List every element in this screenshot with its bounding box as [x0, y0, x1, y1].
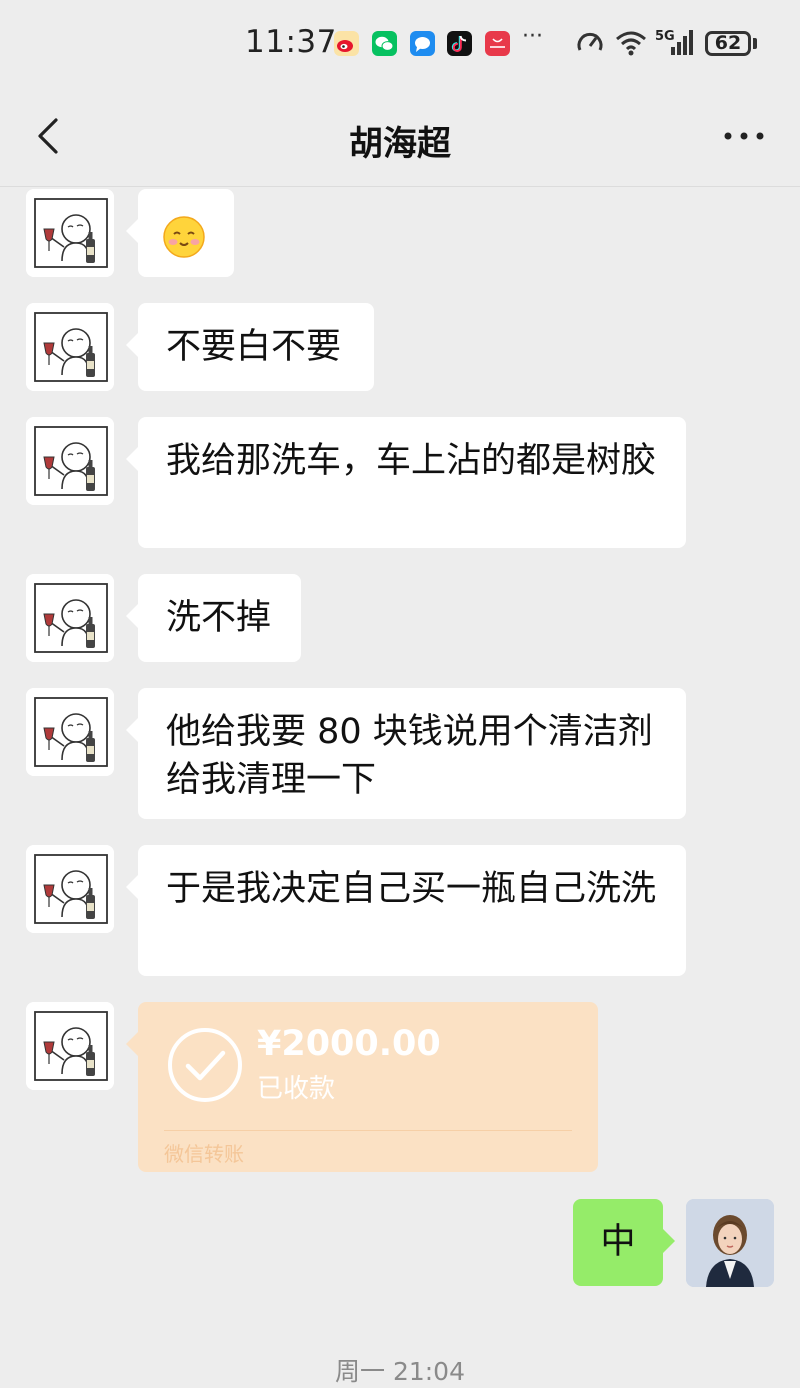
transfer-label: 微信转账 [164, 1142, 244, 1166]
message-timestamp: 周一 21:04 [335, 1357, 465, 1386]
message-bubble[interactable]: 于是我决定自己买一瓶自己洗洗 [126, 845, 686, 976]
status-time: 11:37 [245, 24, 337, 60]
battery-tip [753, 38, 757, 49]
transfer-status: 已收款 [257, 1074, 336, 1104]
contact-avatar[interactable] [26, 845, 114, 933]
transfer-amount: ¥2000.00 [257, 1024, 441, 1064]
battery-level: 62 [705, 31, 751, 56]
message-text: 他给我要 80 块钱说用个清洁剂给我清理一下 [166, 712, 653, 800]
message-bubble-emoji[interactable] [126, 189, 234, 277]
weibo-icon [334, 31, 359, 56]
contact-avatar[interactable] [26, 303, 114, 391]
transfer-card[interactable]: ¥2000.00 已收款 微信转账 [126, 1002, 598, 1172]
self-message-bubble[interactable]: 中 [573, 1199, 675, 1286]
tiktok-icon [447, 31, 472, 56]
contact-avatar[interactable] [26, 417, 114, 505]
message-text: 洗不掉 [166, 598, 272, 638]
more-dots-icon[interactable] [722, 126, 766, 146]
chat-header: 胡海超 [0, 88, 800, 187]
wechat-icon [372, 31, 397, 56]
contact-avatar[interactable] [26, 574, 114, 662]
status-bar: 11:37 ··· 5G 62 [0, 0, 800, 88]
smiling-face-icon [163, 216, 205, 258]
message-text: 中 [600, 1222, 636, 1262]
signal-icon [671, 30, 693, 55]
wifi-icon [616, 31, 646, 56]
transfer-divider [164, 1130, 572, 1131]
message-text: 不要白不要 [166, 327, 342, 367]
overflow-indicator: ··· [522, 24, 543, 49]
message-bubble[interactable]: 我给那洗车，车上沾的都是树胶 [126, 417, 686, 548]
huawei-store-icon [485, 31, 510, 56]
message-text: 我给那洗车，车上沾的都是树胶 [166, 441, 657, 481]
message-bubble[interactable]: 不要白不要 [126, 303, 374, 391]
self-avatar[interactable] [686, 1199, 774, 1287]
contact-avatar[interactable] [26, 1002, 114, 1090]
contact-avatar[interactable] [26, 688, 114, 776]
message-bubble[interactable]: 洗不掉 [126, 574, 301, 662]
check-circle-icon [168, 1028, 242, 1102]
message-bubble[interactable]: 他给我要 80 块钱说用个清洁剂给我清理一下 [126, 688, 686, 819]
message-text: 于是我决定自己买一瓶自己洗洗 [166, 869, 657, 909]
messages-icon [410, 31, 435, 56]
contact-avatar[interactable] [26, 189, 114, 277]
speed-gauge-icon [577, 32, 603, 51]
chat-title[interactable]: 胡海超 [0, 116, 800, 165]
